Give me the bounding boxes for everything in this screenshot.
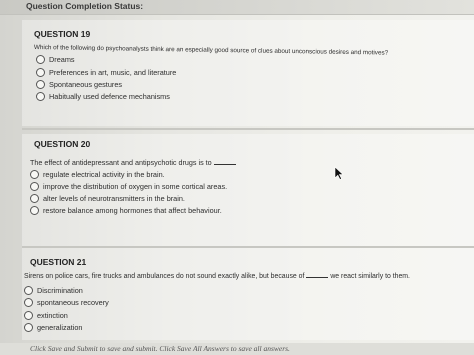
- radio-button-icon[interactable]: [36, 54, 45, 64]
- question-21-text-before: Sirens on police cars, fire trucks and a…: [24, 273, 305, 280]
- radio-button-icon[interactable]: [24, 297, 33, 307]
- question-20-option-2[interactable]: improve the distribution of oxygen in so…: [30, 181, 227, 191]
- footer: Click Save and Submit to save and submit…: [0, 343, 474, 355]
- radio-button-icon[interactable]: [24, 310, 33, 320]
- option-label: extinction: [37, 310, 68, 320]
- question-20-option-1[interactable]: regulate electrical activity in the brai…: [30, 169, 165, 179]
- question-21-block: [22, 248, 474, 340]
- option-label: generalization: [37, 322, 83, 332]
- question-20-text: The effect of antidepressant and antipsy…: [30, 158, 236, 167]
- section-divider: [22, 128, 474, 130]
- question-19-option-3[interactable]: Spontaneous gestures: [36, 79, 122, 89]
- radio-button-icon[interactable]: [30, 181, 39, 191]
- radio-button-icon[interactable]: [30, 193, 39, 203]
- option-label: Spontaneous gestures: [49, 79, 123, 89]
- question-20-option-3[interactable]: alter levels of neurotransmitters in the…: [30, 193, 185, 203]
- question-19-option-1[interactable]: Dreams: [36, 54, 75, 64]
- page: Question Completion Status: QUESTION 19 …: [0, 0, 474, 355]
- radio-button-icon[interactable]: [36, 91, 45, 101]
- question-19-option-2[interactable]: Preferences in art, music, and literatur…: [36, 67, 176, 77]
- answer-blank: [213, 164, 236, 165]
- radio-button-icon[interactable]: [30, 205, 39, 215]
- option-label: Habitually used defence mechanisms: [49, 91, 170, 101]
- question-21-option-4[interactable]: generalization: [24, 322, 82, 332]
- option-label: spontaneous recovery: [37, 297, 109, 307]
- radio-button-icon[interactable]: [36, 79, 45, 89]
- question-21-text-after: we react similarly to them.: [330, 273, 410, 280]
- question-21-text: Sirens on police cars, fire trucks and a…: [24, 273, 410, 280]
- radio-button-icon[interactable]: [30, 169, 39, 179]
- option-label: alter levels of neurotransmitters in the…: [43, 193, 185, 203]
- question-20-text-content: The effect of antidepressant and antipsy…: [30, 158, 212, 167]
- option-label: Discrimination: [37, 285, 83, 295]
- mouse-pointer-icon: [334, 166, 344, 180]
- question-20-title: QUESTION 20: [34, 139, 91, 149]
- question-21-option-3[interactable]: extinction: [24, 310, 68, 320]
- option-label: Dreams: [49, 54, 75, 64]
- option-label: Preferences in art, music, and literatur…: [49, 67, 177, 77]
- option-label: improve the distribution of oxygen in so…: [43, 181, 228, 191]
- status-bar: Question Completion Status:: [0, 0, 474, 15]
- radio-button-icon[interactable]: [36, 67, 45, 77]
- answer-blank: [306, 277, 329, 278]
- radio-button-icon[interactable]: [24, 285, 33, 295]
- question-19-option-4[interactable]: Habitually used defence mechanisms: [36, 91, 170, 101]
- footer-instructions: Click Save and Submit to save and submit…: [30, 344, 290, 353]
- completion-status-label: Question Completion Status:: [26, 1, 144, 11]
- radio-button-icon[interactable]: [24, 322, 33, 332]
- question-20-option-4[interactable]: restore balance among hormones that affe…: [30, 205, 222, 215]
- question-21-option-2[interactable]: spontaneous recovery: [24, 297, 109, 307]
- question-21-option-1[interactable]: Discrimination: [24, 285, 83, 295]
- option-label: regulate electrical activity in the brai…: [43, 169, 165, 179]
- option-label: restore balance among hormones that affe…: [43, 205, 222, 215]
- question-19-title: QUESTION 19: [34, 29, 91, 39]
- question-21-title: QUESTION 21: [30, 257, 87, 267]
